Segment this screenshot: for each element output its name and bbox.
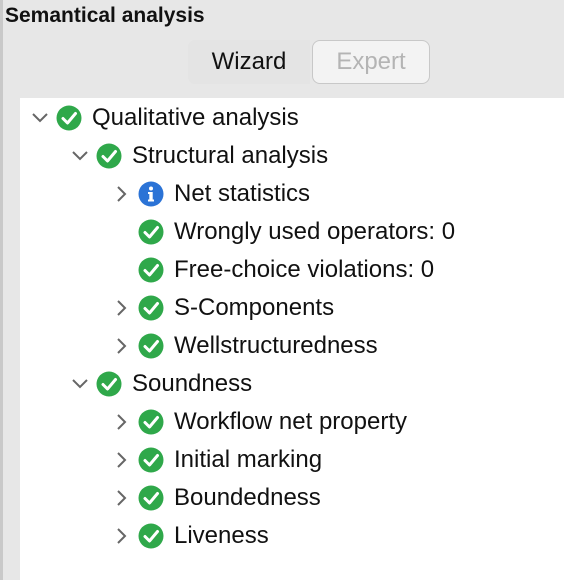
chevron-right-icon[interactable] bbox=[112, 184, 132, 204]
tree-node-label: Wrongly used operators: 0 bbox=[174, 218, 456, 245]
tree-node-wellstructuredness[interactable]: Wellstructuredness bbox=[112, 327, 378, 365]
tree-node-liveness[interactable]: Liveness bbox=[112, 517, 269, 555]
info-icon bbox=[138, 181, 164, 207]
tab-wizard[interactable]: Wizard bbox=[188, 40, 310, 84]
chevron-down-icon[interactable] bbox=[30, 108, 50, 128]
chevron-right-icon[interactable] bbox=[112, 336, 132, 356]
analysis-tree: Qualitative analysis Structural analysis… bbox=[20, 98, 564, 580]
tree-node-structural-analysis[interactable]: Structural analysis bbox=[70, 137, 328, 175]
chevron-right-icon[interactable] bbox=[112, 298, 132, 318]
tree-node-soundness[interactable]: Soundness bbox=[70, 365, 252, 403]
tree-node-label: Net statistics bbox=[174, 180, 311, 207]
check-icon bbox=[138, 333, 164, 359]
tree-node-label: Workflow net property bbox=[174, 408, 407, 435]
check-icon bbox=[138, 523, 164, 549]
tree-node-label: Boundedness bbox=[174, 484, 321, 511]
check-icon bbox=[138, 257, 164, 283]
tree-node-label: Initial marking bbox=[174, 446, 323, 473]
tree-node-initial-marking[interactable]: Initial marking bbox=[112, 441, 322, 479]
check-icon bbox=[138, 447, 164, 473]
no-expander bbox=[112, 222, 132, 242]
tree-node-label: Structural analysis bbox=[132, 142, 329, 169]
check-icon bbox=[96, 143, 122, 169]
chevron-right-icon[interactable] bbox=[112, 412, 132, 432]
tab-expert[interactable]: Expert bbox=[312, 40, 430, 84]
tree-node-workflow-net-property[interactable]: Workflow net property bbox=[112, 403, 407, 441]
tree-node-boundedness[interactable]: Boundedness bbox=[112, 479, 321, 517]
tree-node-label: S-Components bbox=[174, 294, 335, 321]
panel-left-border bbox=[0, 0, 3, 580]
chevron-down-icon[interactable] bbox=[70, 146, 90, 166]
tree-node-s-components[interactable]: S-Components bbox=[112, 289, 334, 327]
tree-node-label: Wellstructuredness bbox=[174, 332, 378, 359]
chevron-right-icon[interactable] bbox=[112, 488, 132, 508]
check-icon bbox=[138, 485, 164, 511]
tree-node-label: Qualitative analysis bbox=[92, 104, 299, 131]
mode-tabs: Wizard Expert bbox=[188, 40, 430, 84]
tree-node-label: Free-choice violations: 0 bbox=[174, 256, 435, 283]
tree-node-qualitative-analysis[interactable]: Qualitative analysis bbox=[30, 99, 299, 137]
check-icon bbox=[138, 409, 164, 435]
chevron-down-icon[interactable] bbox=[70, 374, 90, 394]
tree-node-net-statistics[interactable]: Net statistics bbox=[112, 175, 310, 213]
panel-title: Semantical analysis bbox=[5, 4, 205, 27]
chevron-right-icon[interactable] bbox=[112, 526, 132, 546]
no-expander bbox=[112, 260, 132, 280]
tree-node-label: Liveness bbox=[174, 522, 269, 549]
check-icon bbox=[138, 219, 164, 245]
tree-node-label: Soundness bbox=[132, 370, 253, 397]
chevron-right-icon[interactable] bbox=[112, 450, 132, 470]
tree-node-free-choice-violations[interactable]: Free-choice violations: 0 bbox=[112, 251, 434, 289]
check-icon bbox=[56, 105, 82, 131]
check-icon bbox=[96, 371, 122, 397]
tree-node-wrongly-used-operators[interactable]: Wrongly used operators: 0 bbox=[112, 213, 455, 251]
check-icon bbox=[138, 295, 164, 321]
